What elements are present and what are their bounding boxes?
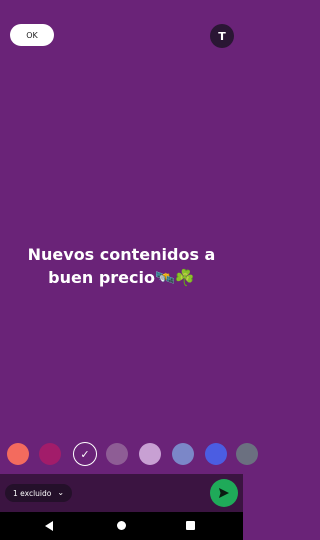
chevron-down-icon: ⌄ — [57, 488, 65, 497]
color-swatch[interactable] — [106, 443, 128, 465]
color-swatch[interactable]: ✓ — [73, 442, 97, 466]
audience-chip[interactable]: 1 excluido ⌄ — [5, 484, 73, 502]
recents-nav-icon[interactable] — [186, 521, 195, 530]
color-swatch[interactable] — [39, 443, 61, 465]
story-text-line1: Nuevos contenidos a — [27, 245, 216, 264]
text-tool-icon: T — [218, 29, 226, 43]
story-text-line2-text: buen precio — [48, 268, 155, 287]
text-tool-button[interactable]: T — [210, 24, 234, 48]
color-swatch[interactable] — [139, 443, 161, 465]
back-nav-icon[interactable] — [45, 521, 53, 531]
story-text-line2: buen precio🛰️☘️ — [0, 266, 243, 289]
color-swatch[interactable] — [236, 443, 258, 465]
color-swatch[interactable] — [205, 443, 227, 465]
check-icon: ✓ — [80, 447, 90, 461]
send-button[interactable] — [210, 479, 238, 507]
color-swatch[interactable] — [7, 443, 29, 465]
send-icon — [219, 488, 229, 498]
system-navbar — [0, 512, 243, 540]
story-emoji: 🛰️☘️ — [154, 268, 195, 287]
bottom-bar: 1 excluido ⌄ — [0, 474, 243, 512]
color-palette: ✓ — [0, 442, 258, 467]
story-canvas[interactable]: OK T Nuevos contenidos a buen precio🛰️☘️… — [0, 0, 258, 474]
story-text[interactable]: Nuevos contenidos a buen precio🛰️☘️ — [0, 243, 243, 289]
color-swatch[interactable] — [172, 443, 194, 465]
ok-label: OK — [26, 30, 38, 40]
audience-chip-label: 1 excluido — [13, 488, 52, 498]
home-nav-icon[interactable] — [117, 521, 126, 530]
ok-button[interactable]: OK — [10, 24, 54, 46]
